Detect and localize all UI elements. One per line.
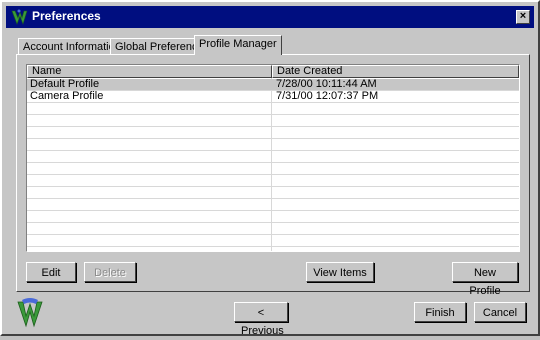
edit-button[interactable]: Edit — [26, 262, 76, 282]
empty-row — [27, 223, 519, 235]
empty-row — [27, 139, 519, 151]
app-logo-icon — [11, 9, 28, 25]
profile-list[interactable]: Name Date Created Default Profile 7/28/0… — [26, 64, 520, 252]
empty-row — [27, 175, 519, 187]
empty-row — [27, 235, 519, 247]
preferences-window: Preferences × Account Information Global… — [0, 0, 540, 337]
delete-button[interactable]: Delete — [84, 262, 136, 282]
view-items-button[interactable]: View Items — [306, 262, 374, 282]
empty-row — [27, 199, 519, 211]
profile-name: Default Profile — [30, 78, 100, 90]
profile-date: 7/28/00 10:11:44 AM — [276, 78, 377, 90]
window-title: Preferences — [32, 9, 101, 23]
list-header: Name Date Created — [27, 65, 519, 78]
table-row[interactable]: Camera Profile 7/31/00 12:07:37 PM — [27, 91, 519, 103]
empty-row — [27, 151, 519, 163]
empty-row — [27, 163, 519, 175]
profile-date: 7/31/00 12:07:37 PM — [276, 90, 379, 102]
close-icon: × — [519, 10, 527, 22]
column-header-name[interactable]: Name — [27, 65, 272, 78]
empty-row — [27, 187, 519, 199]
empty-row — [27, 211, 519, 223]
finish-button[interactable]: Finish — [414, 302, 466, 322]
new-profile-button[interactable]: New Profile — [452, 262, 518, 297]
empty-row — [27, 127, 519, 139]
cancel-button[interactable]: Cancel — [474, 302, 526, 322]
tab-profile-manager[interactable]: Profile Manager — [194, 35, 282, 55]
title-bar[interactable]: Preferences × — [6, 6, 534, 28]
column-header-date-created[interactable]: Date Created — [272, 65, 519, 78]
empty-row — [27, 103, 519, 115]
profile-name: Camera Profile — [30, 90, 104, 102]
previous-button[interactable]: < Previous — [234, 302, 288, 337]
close-button[interactable]: × — [516, 10, 530, 24]
empty-row — [27, 115, 519, 127]
app-logo-icon — [17, 298, 43, 328]
